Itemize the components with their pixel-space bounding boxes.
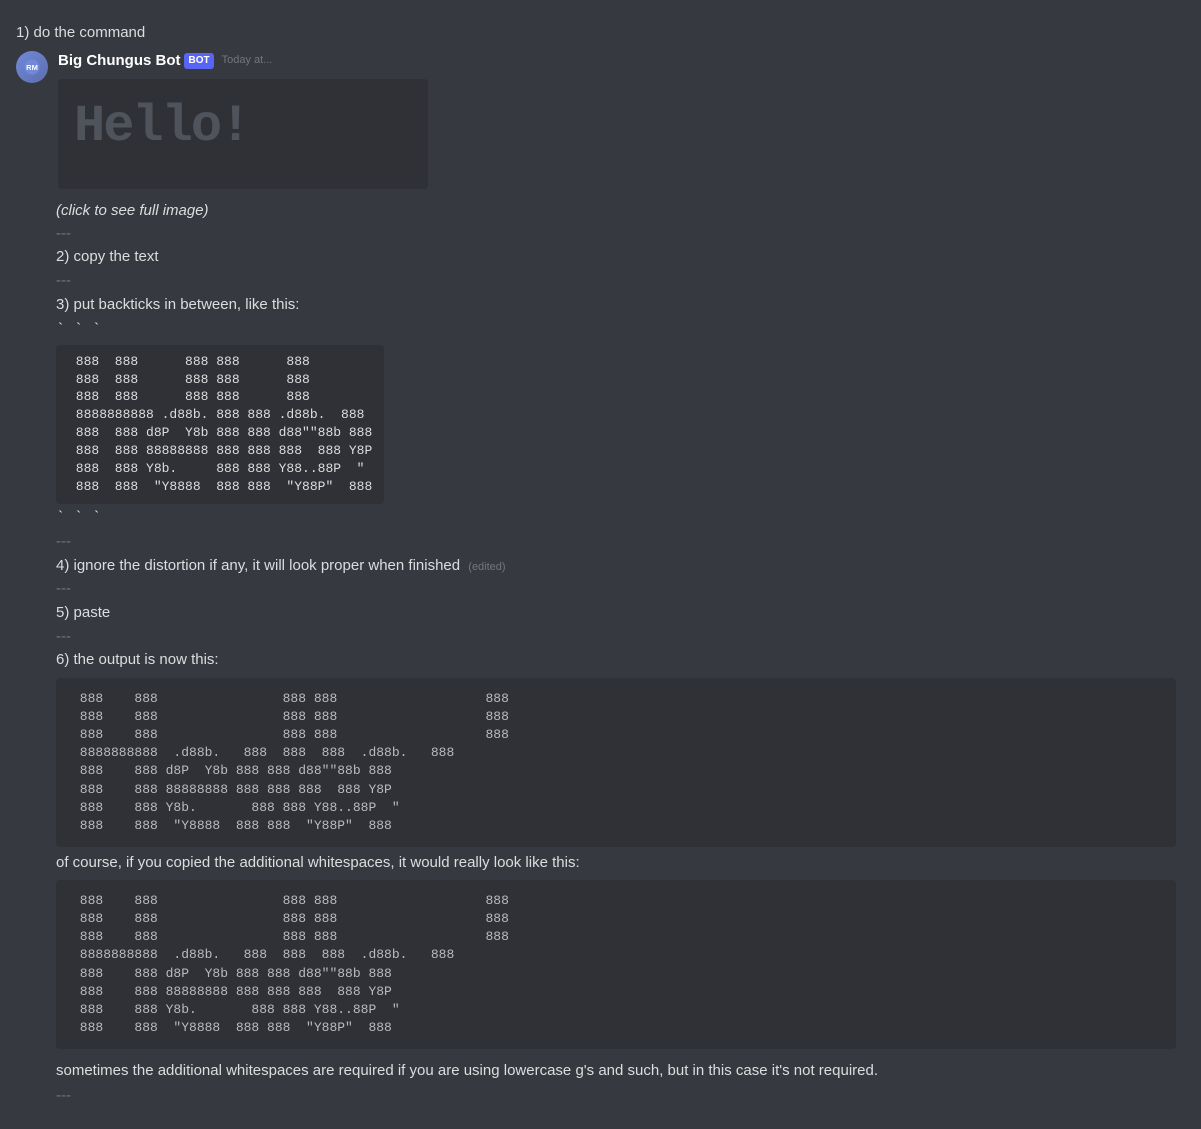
divider-bottom: --- [56, 1086, 1176, 1107]
bottom-note: sometimes the additional whitespaces are… [56, 1061, 1176, 1082]
code-section: ` ` ` 888 888 888 888 888 888 888 888 88… [56, 320, 1176, 528]
divider5: --- [56, 627, 1176, 648]
bot-tag: BOT [184, 53, 213, 69]
code-block-whitespace: 888 888 888 888 888 888 888 888 888 888 … [56, 880, 1176, 1050]
divider4: --- [56, 579, 1176, 600]
divider1: --- [56, 224, 1176, 245]
bot-username: Big Chungus Bot [58, 51, 180, 72]
divider3: --- [56, 532, 1176, 553]
divider2: --- [56, 271, 1176, 292]
whitespace-note: of course, if you copied the additional … [56, 853, 1176, 874]
preview-text: Hello! [74, 91, 412, 163]
step2-text: 2) copy the text [56, 246, 1176, 269]
step3-text: 3) put backticks in between, like this: [56, 294, 1176, 317]
edited-tag: (edited) [468, 561, 505, 573]
step6-text: 6) the output is now this: [56, 649, 1176, 672]
bot-message-header: Big Chungus Bot BOT Today at... [58, 51, 1176, 72]
step1-text: 1) do the command [16, 22, 1176, 45]
message-container: 1) do the command RM Big Chungus Bot BOT… [16, 16, 1176, 1113]
step5-text: 5) paste [56, 602, 1176, 625]
ascii-art-raw: 888 888 888 888 888 888 888 888 888 888 … [56, 345, 384, 504]
main-content: (click to see full image) --- 2) copy th… [56, 201, 1176, 1106]
step4-text: 4) ignore the distortion if any, it will… [56, 555, 1176, 578]
backtick-close: ` ` ` [56, 508, 1176, 529]
image-preview[interactable]: Hello! [58, 79, 428, 189]
backtick-open: ` ` ` [56, 320, 1176, 341]
avatar: RM [16, 51, 48, 83]
click-hint: (click to see full image) [56, 201, 1176, 222]
timestamp: Today at... [222, 53, 273, 68]
code-block-output: 888 888 888 888 888 888 888 888 888 888 … [56, 678, 1176, 848]
svg-text:RM: RM [26, 63, 38, 72]
